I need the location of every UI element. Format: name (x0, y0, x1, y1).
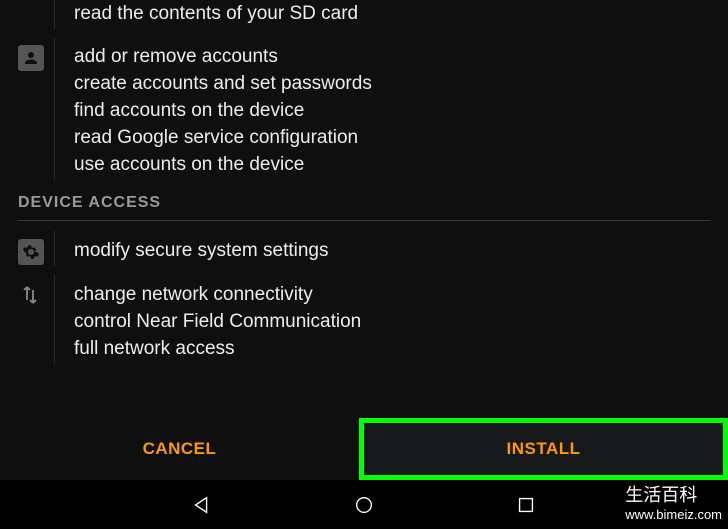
divider (18, 220, 710, 221)
button-row: CANCEL INSTALL (0, 418, 728, 480)
install-button[interactable]: INSTALL (359, 418, 728, 480)
permission-item: use accounts on the device (74, 151, 710, 178)
cancel-button[interactable]: CANCEL (0, 418, 359, 480)
group-icon-blank (18, 0, 62, 27)
section-header: DEVICE ACCESS (18, 194, 710, 220)
permission-item: add or remove accounts (74, 43, 710, 70)
permission-item: modify secure system settings (74, 237, 710, 264)
permission-item: change network connectivity (74, 281, 710, 308)
nav-recent-icon[interactable] (515, 494, 537, 516)
swap-icon (18, 281, 62, 362)
permission-item: create accounts and set passwords (74, 70, 710, 97)
nav-bar (0, 480, 728, 529)
person-icon (18, 43, 62, 178)
nav-back-icon[interactable] (191, 494, 213, 516)
gear-icon (18, 237, 62, 265)
permission-group: add or remove accounts create accounts a… (18, 43, 710, 178)
permission-item: find accounts on the device (74, 97, 710, 124)
permission-item: full network access (74, 335, 710, 362)
permission-group: modify secure system settings (18, 237, 710, 265)
nav-home-icon[interactable] (353, 494, 375, 516)
permission-group: change network connectivity control Near… (18, 281, 710, 362)
permission-group: read the contents of your SD card (18, 0, 710, 27)
permission-item: read the contents of your SD card (74, 0, 710, 27)
permission-item: control Near Field Communication (74, 308, 710, 335)
permission-item: read Google service configuration (74, 124, 710, 151)
